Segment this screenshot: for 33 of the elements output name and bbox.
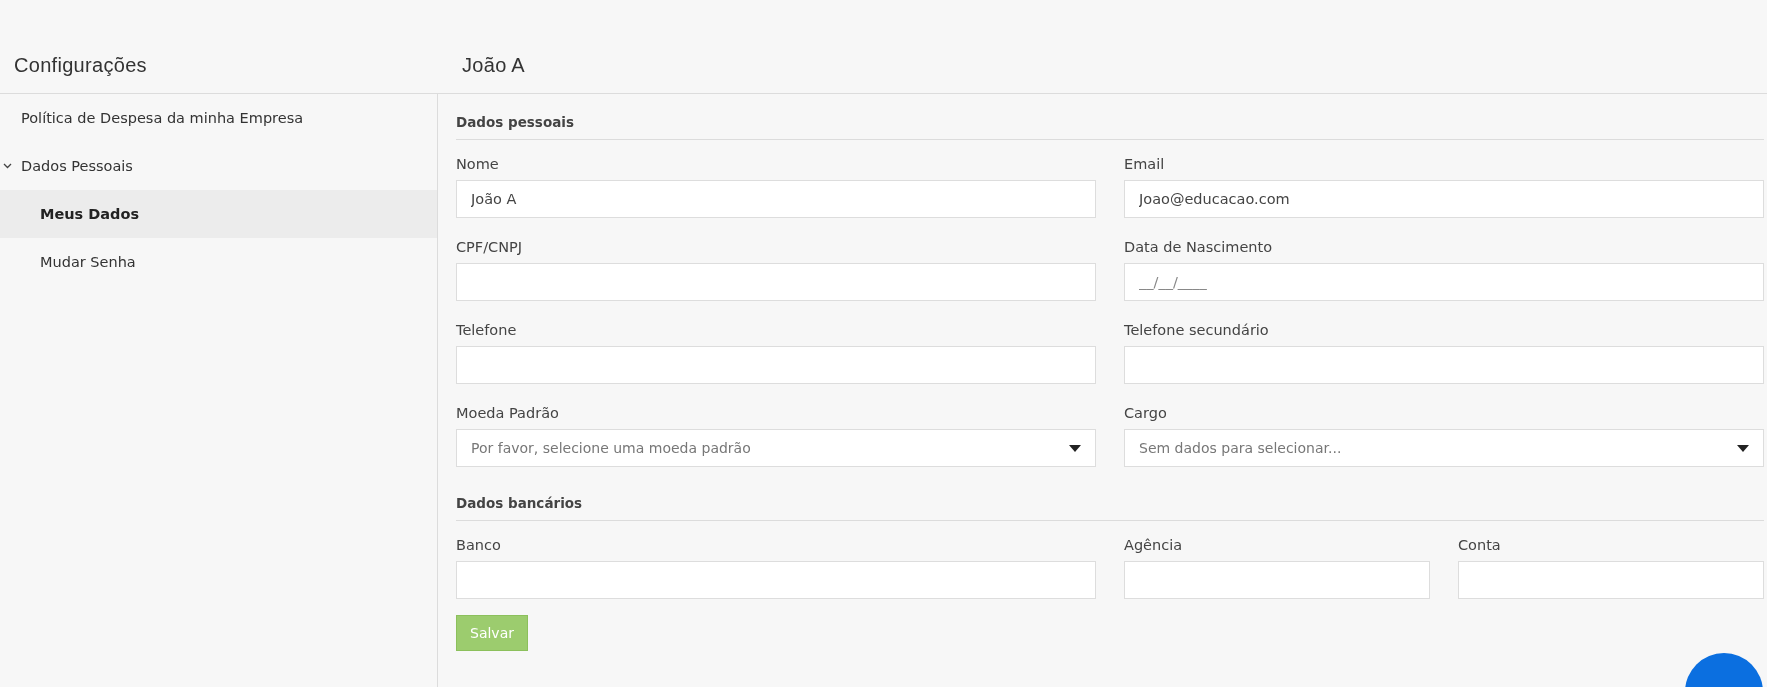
input-field[interactable] (456, 346, 1096, 384)
field-label: Telefone (456, 322, 518, 338)
sidebar-item[interactable]: Meus Dados (0, 190, 437, 238)
field-label: Data de Nascimento (1124, 239, 1274, 255)
field-label: CPF/CNPJ (456, 239, 524, 255)
dropdown[interactable]: Por favor, selecione uma moeda padrão (456, 429, 1096, 467)
field-label: Agência (1124, 537, 1184, 553)
field-label: Conta (1458, 537, 1502, 553)
caret-down-icon (1737, 444, 1749, 452)
field-label: Telefone secundário (1124, 322, 1270, 338)
field-label: Banco (456, 537, 502, 553)
caret-down-icon (1069, 444, 1081, 452)
sidebar-title: Configurações (14, 54, 147, 77)
input-field[interactable]: Joao@educacao.com (1124, 180, 1764, 218)
field-label: Cargo (1124, 405, 1168, 421)
input-field[interactable]: João A (456, 180, 1096, 218)
input-field[interactable] (1124, 561, 1430, 599)
dropdown[interactable]: Sem dados para selecionar... (1124, 429, 1764, 467)
page-title: João A (462, 54, 525, 77)
field-label: Nome (456, 156, 500, 172)
field-label: Moeda Padrão (456, 405, 560, 421)
input-field[interactable]: __/__/____ (1124, 263, 1764, 301)
sidebar-item[interactable]: Política de Despesa da minha Empresa (0, 94, 437, 142)
section-heading: Dados pessoais (456, 104, 1764, 140)
sidebar-item[interactable]: Mudar Senha (0, 238, 437, 286)
input-field[interactable] (456, 561, 1096, 599)
input-field[interactable] (456, 263, 1096, 301)
sidebar-item[interactable]: Dados Pessoais (0, 142, 437, 190)
field-label: Email (1124, 156, 1166, 172)
input-field[interactable] (1124, 346, 1764, 384)
input-field[interactable] (1458, 561, 1764, 599)
section-heading: Dados bancários (456, 485, 1764, 521)
chevron-down-icon[interactable] (3, 163, 12, 169)
